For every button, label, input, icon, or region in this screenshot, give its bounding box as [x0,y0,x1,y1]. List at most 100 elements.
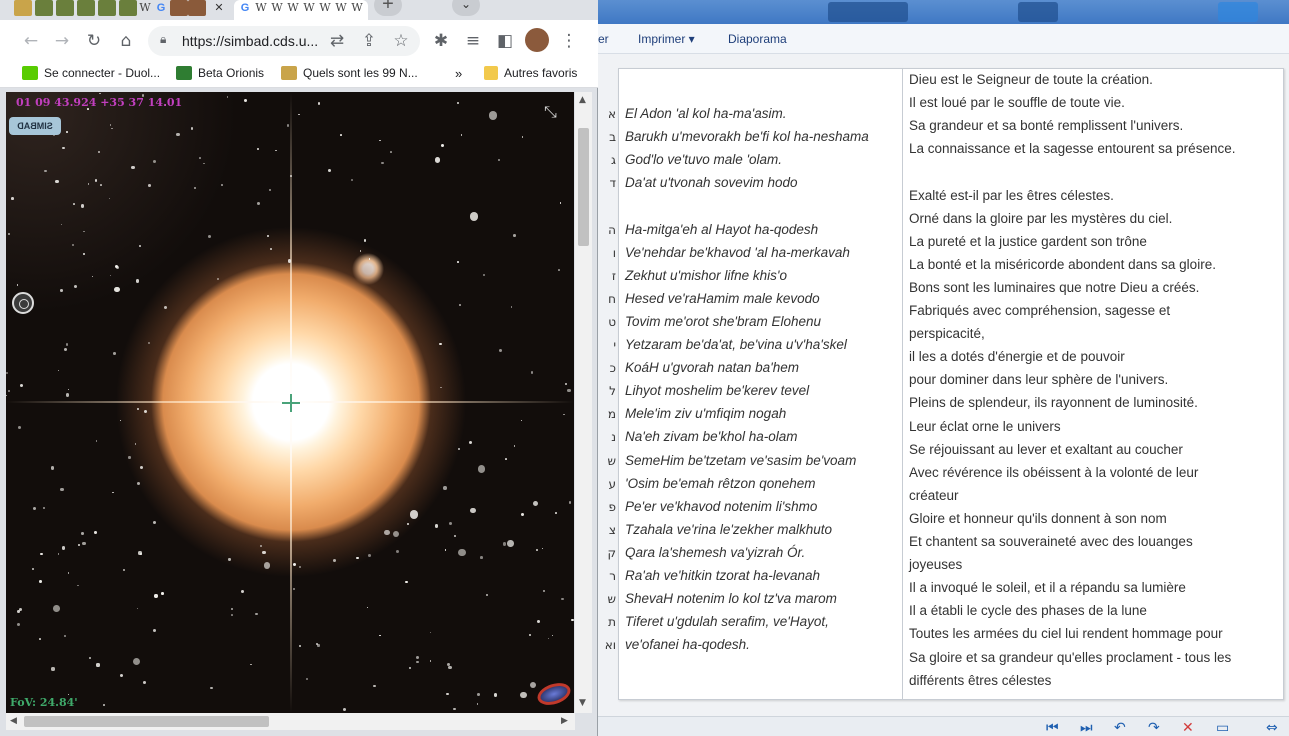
tab-favicon-image-icon[interactable] [35,0,53,16]
star [82,541,86,546]
star [555,512,558,514]
back-icon[interactable]: ← [20,30,42,52]
french-line: différents êtres célestes [909,672,1052,688]
new-tab-button[interactable]: + [374,0,402,16]
french-line: Bons sont les luminaires que notre Dieu … [909,279,1200,295]
forward-icon[interactable]: → [51,30,73,52]
tab-favicon-image-icon[interactable] [77,0,95,16]
star [19,383,24,388]
extensions-icon[interactable]: ✱ [430,30,452,52]
french-line: Leur éclat orne le univers [909,418,1061,434]
tab-favicon-portrait-icon[interactable] [170,0,188,16]
scroll-left-icon[interactable]: ◀ [10,716,17,726]
transliteration-line: Ra'ah ve'hitkin tzorat ha-levanah [625,568,821,583]
star [94,179,98,182]
transliteration-line: 'Osim be'emah rêtzon qonehem [625,475,816,491]
star [469,212,478,221]
sky-image-viewer[interactable]: 01 09 43.924 +35 37 14.01 SIMBAD ⤡ FoV: … [6,92,574,713]
star [82,253,85,256]
galaxy-icon[interactable] [534,679,574,709]
hebrew-letter: ע [608,476,616,491]
star [559,202,561,204]
star [50,466,55,470]
lock-icon[interactable]: 🔒︎ [160,32,166,47]
menu-item-partial[interactable]: er [598,32,609,46]
home-icon[interactable]: ⌂ [115,30,137,52]
star [152,520,156,524]
star [61,546,66,550]
active-tab[interactable]: G W W W W W W W [234,0,368,22]
star [520,419,523,422]
scroll-up-icon[interactable]: ▲ [579,95,586,105]
bookmark-star-icon[interactable]: ☆ [390,30,412,52]
target-icon[interactable] [12,292,34,314]
star [531,371,534,374]
tab-favicon-portrait-icon[interactable] [188,0,206,16]
delete-icon[interactable]: ✕ [1182,720,1194,736]
star [351,178,354,181]
menu-item-diaporama[interactable]: Diaporama [728,32,787,46]
star [568,501,572,504]
star [379,139,382,142]
bookmark-duolingo[interactable]: Se connecter - Duol... [22,66,160,80]
tab-favicon-image-icon[interactable] [119,0,137,16]
menu-item-imprimer[interactable]: Imprimer ▾ [638,32,695,46]
image-icon [281,66,297,80]
hebrew-letter: ב [609,130,616,145]
side-panel-icon[interactable]: ◧ [494,30,516,52]
star [497,158,500,161]
hebrew-letter: מ [607,407,616,422]
vertical-scrollbar[interactable]: ▲ ▼ [575,92,592,713]
star [243,99,247,103]
tab-favicon-image-icon[interactable] [56,0,74,16]
star [60,487,64,492]
tab-close-icon[interactable]: ✕ [210,0,228,16]
last-page-icon[interactable]: ⏭ [1080,720,1093,736]
bookmarks-overflow-button[interactable]: » [455,66,462,81]
fit-page-icon[interactable]: ⇔ [1266,720,1278,736]
french-line: Se réjouissant au lever et exaltant au c… [909,441,1183,457]
transliteration-line: Yetzaram be'da'at, be'vina u'v'ha'skel [625,337,847,352]
star [203,162,205,165]
star [249,663,252,666]
profile-avatar[interactable] [525,28,549,52]
star [537,620,541,624]
star [292,587,296,591]
scrollbar-thumb[interactable] [24,716,269,727]
reload-icon[interactable]: ↻ [83,30,105,52]
screen-icon[interactable]: ▭ [1216,720,1229,736]
column-divider [618,68,619,700]
bookmark-label: Beta Orionis [198,66,265,80]
scroll-right-icon[interactable]: ▶ [561,716,568,726]
scroll-down-icon[interactable]: ▼ [579,698,586,708]
star [292,563,296,567]
tab-favicon-image-icon[interactable] [98,0,116,16]
tab-favicon-google-icon[interactable]: G [152,0,170,16]
rotate-left-icon[interactable]: ↶ [1114,720,1126,736]
horizontal-scrollbar[interactable]: ◀ ▶ [6,713,575,730]
media-control-icon[interactable]: ≡ [462,30,484,52]
hebrew-letter: ר [609,569,616,583]
star [456,261,459,263]
simbad-logo[interactable]: SIMBAD [9,117,61,135]
star [384,529,390,536]
share-icon[interactable]: ⇪ [358,30,380,52]
star [77,584,79,587]
bookmark-99-noms[interactable]: Quels sont les 99 N... [281,66,418,80]
bookmark-beta-orionis[interactable]: Beta Orionis [176,66,264,80]
french-line: Et chantent sa souveraineté avec des lou… [909,534,1193,549]
tab-search-button[interactable]: ⌄ [452,0,480,16]
menu-kebab-icon[interactable]: ⋮ [558,30,580,52]
rotate-right-icon[interactable]: ↷ [1148,720,1160,736]
first-page-icon[interactable]: ⏮ [1046,720,1059,736]
french-line: Sa gloire et sa grandeur qu'elles procla… [909,649,1232,665]
other-bookmarks-folder[interactable]: Autres favoris [484,66,577,80]
french-line: Fabriqués avec compréhension, sagesse et [909,303,1171,318]
translate-icon[interactable]: ⇄ [326,30,348,52]
star [240,589,245,593]
fullscreen-icon[interactable]: ⤡ [544,104,564,124]
scrollbar-thumb[interactable] [578,128,589,246]
transliteration-line: Zekhut u'mishor lifne khis'o [625,267,787,283]
tab-favicon-image-icon[interactable] [14,0,32,16]
star [406,522,409,525]
